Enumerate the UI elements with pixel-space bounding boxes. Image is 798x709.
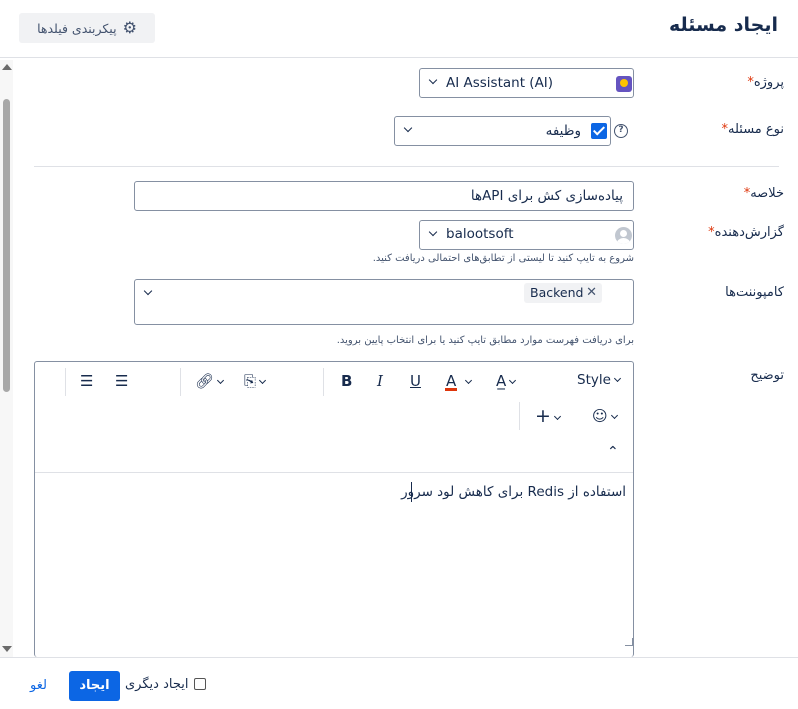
editor-toolbar: Style A̲ A U I B ⎘ 🔗︎ ☰ ☰ ☺ + ⌃ xyxy=(35,362,633,473)
summary-input[interactable]: پیاده‌سازی کش برای APIها xyxy=(134,181,634,211)
description-label: توضیح xyxy=(750,368,784,383)
link-icon[interactable]: 🔗︎ xyxy=(195,374,225,389)
chevron-down-icon xyxy=(428,227,438,237)
numbered-list-icon[interactable]: ☰ xyxy=(115,374,128,389)
toolbar-separator xyxy=(180,368,181,396)
scroll-up-arrow-icon[interactable] xyxy=(2,64,12,70)
reporter-select[interactable]: balootsoft xyxy=(419,220,634,250)
text-color-button[interactable]: A xyxy=(445,374,473,391)
scroll-down-arrow-icon[interactable] xyxy=(2,646,12,652)
configure-fields-label: پیکربندی فیلدها xyxy=(37,20,117,36)
bold-button[interactable]: B xyxy=(341,374,352,389)
description-content[interactable]: استفاده از Redis برای کاهش لود سرور xyxy=(35,474,633,657)
collapse-toolbar-icon[interactable]: ⌃ xyxy=(607,445,619,459)
bullet-list-icon[interactable]: ☰ xyxy=(80,374,93,389)
issue-type-label: نوع مسئله* xyxy=(721,122,784,137)
component-tag: Backend ✕ xyxy=(524,283,602,303)
chevron-down-icon xyxy=(143,286,153,296)
component-tag-label: Backend xyxy=(530,285,584,300)
create-button[interactable]: ایجاد xyxy=(69,671,120,701)
components-label: کامپوننت‌ها xyxy=(725,285,784,300)
project-value: AI Assistant (AI) xyxy=(446,75,554,91)
components-select[interactable]: Backend ✕ xyxy=(134,279,634,325)
reporter-hint: شروع به تایپ کنید تا لیستی از تطابق‌های … xyxy=(372,253,634,264)
chevron-down-icon xyxy=(428,75,438,85)
project-select[interactable]: AI Assistant (AI) xyxy=(419,68,634,98)
toolbar-separator xyxy=(519,402,520,430)
gear-icon: ⚙ xyxy=(122,18,137,37)
underline-button[interactable]: U xyxy=(410,374,421,389)
issue-type-select[interactable]: وظیفه xyxy=(394,116,611,146)
user-avatar-icon xyxy=(615,227,632,244)
emoji-icon[interactable]: ☺ xyxy=(592,409,618,424)
reporter-value: balootsoft xyxy=(446,226,514,242)
help-icon[interactable]: ? xyxy=(614,124,628,138)
dialog-footer: ایجاد دیگری ایجاد لغو xyxy=(0,657,798,709)
project-avatar-icon xyxy=(616,76,632,92)
task-checkbox-icon xyxy=(591,123,607,139)
description-editor[interactable]: Style A̲ A U I B ⎘ 🔗︎ ☰ ☰ ☺ + ⌃ استفاده … xyxy=(34,361,634,657)
issue-type-value: وظیفه xyxy=(545,123,581,139)
text-caret xyxy=(411,482,412,502)
toolbar-separator xyxy=(65,368,66,396)
toolbar-separator xyxy=(323,368,324,396)
dialog-title: ایجاد مسئله xyxy=(669,14,778,36)
attachment-icon[interactable]: ⎘ xyxy=(244,374,267,389)
italic-button[interactable]: I xyxy=(377,374,383,389)
create-another-checkbox[interactable] xyxy=(194,678,206,690)
summary-value: پیاده‌سازی کش برای APIها xyxy=(470,188,623,204)
create-another-label: ایجاد دیگری xyxy=(125,677,189,692)
summary-label: خلاصه* xyxy=(743,186,784,201)
components-hint: برای دریافت فهرست موارد مطابق تایپ کنید … xyxy=(336,335,634,346)
chevron-down-icon xyxy=(403,123,413,133)
insert-more-button[interactable]: + xyxy=(535,407,561,426)
text-style-dropdown[interactable]: Style xyxy=(577,373,621,388)
description-value: استفاده از Redis برای کاهش لود سرور xyxy=(401,484,626,500)
project-label: پروژه* xyxy=(747,75,784,90)
divider xyxy=(34,166,779,167)
resize-handle-icon[interactable] xyxy=(625,638,633,646)
remove-tag-icon[interactable]: ✕ xyxy=(586,285,597,300)
cancel-link[interactable]: لغو xyxy=(30,678,47,693)
reporter-label: گزارش‌دهنده* xyxy=(708,225,784,240)
configure-fields-button[interactable]: ⚙ پیکربندی فیلدها xyxy=(19,13,155,43)
dialog-header: ایجاد مسئله ⚙ پیکربندی فیلدها xyxy=(0,0,798,58)
text-effects-icon[interactable]: A̲ xyxy=(496,374,517,389)
scrollbar-thumb[interactable] xyxy=(3,99,10,392)
